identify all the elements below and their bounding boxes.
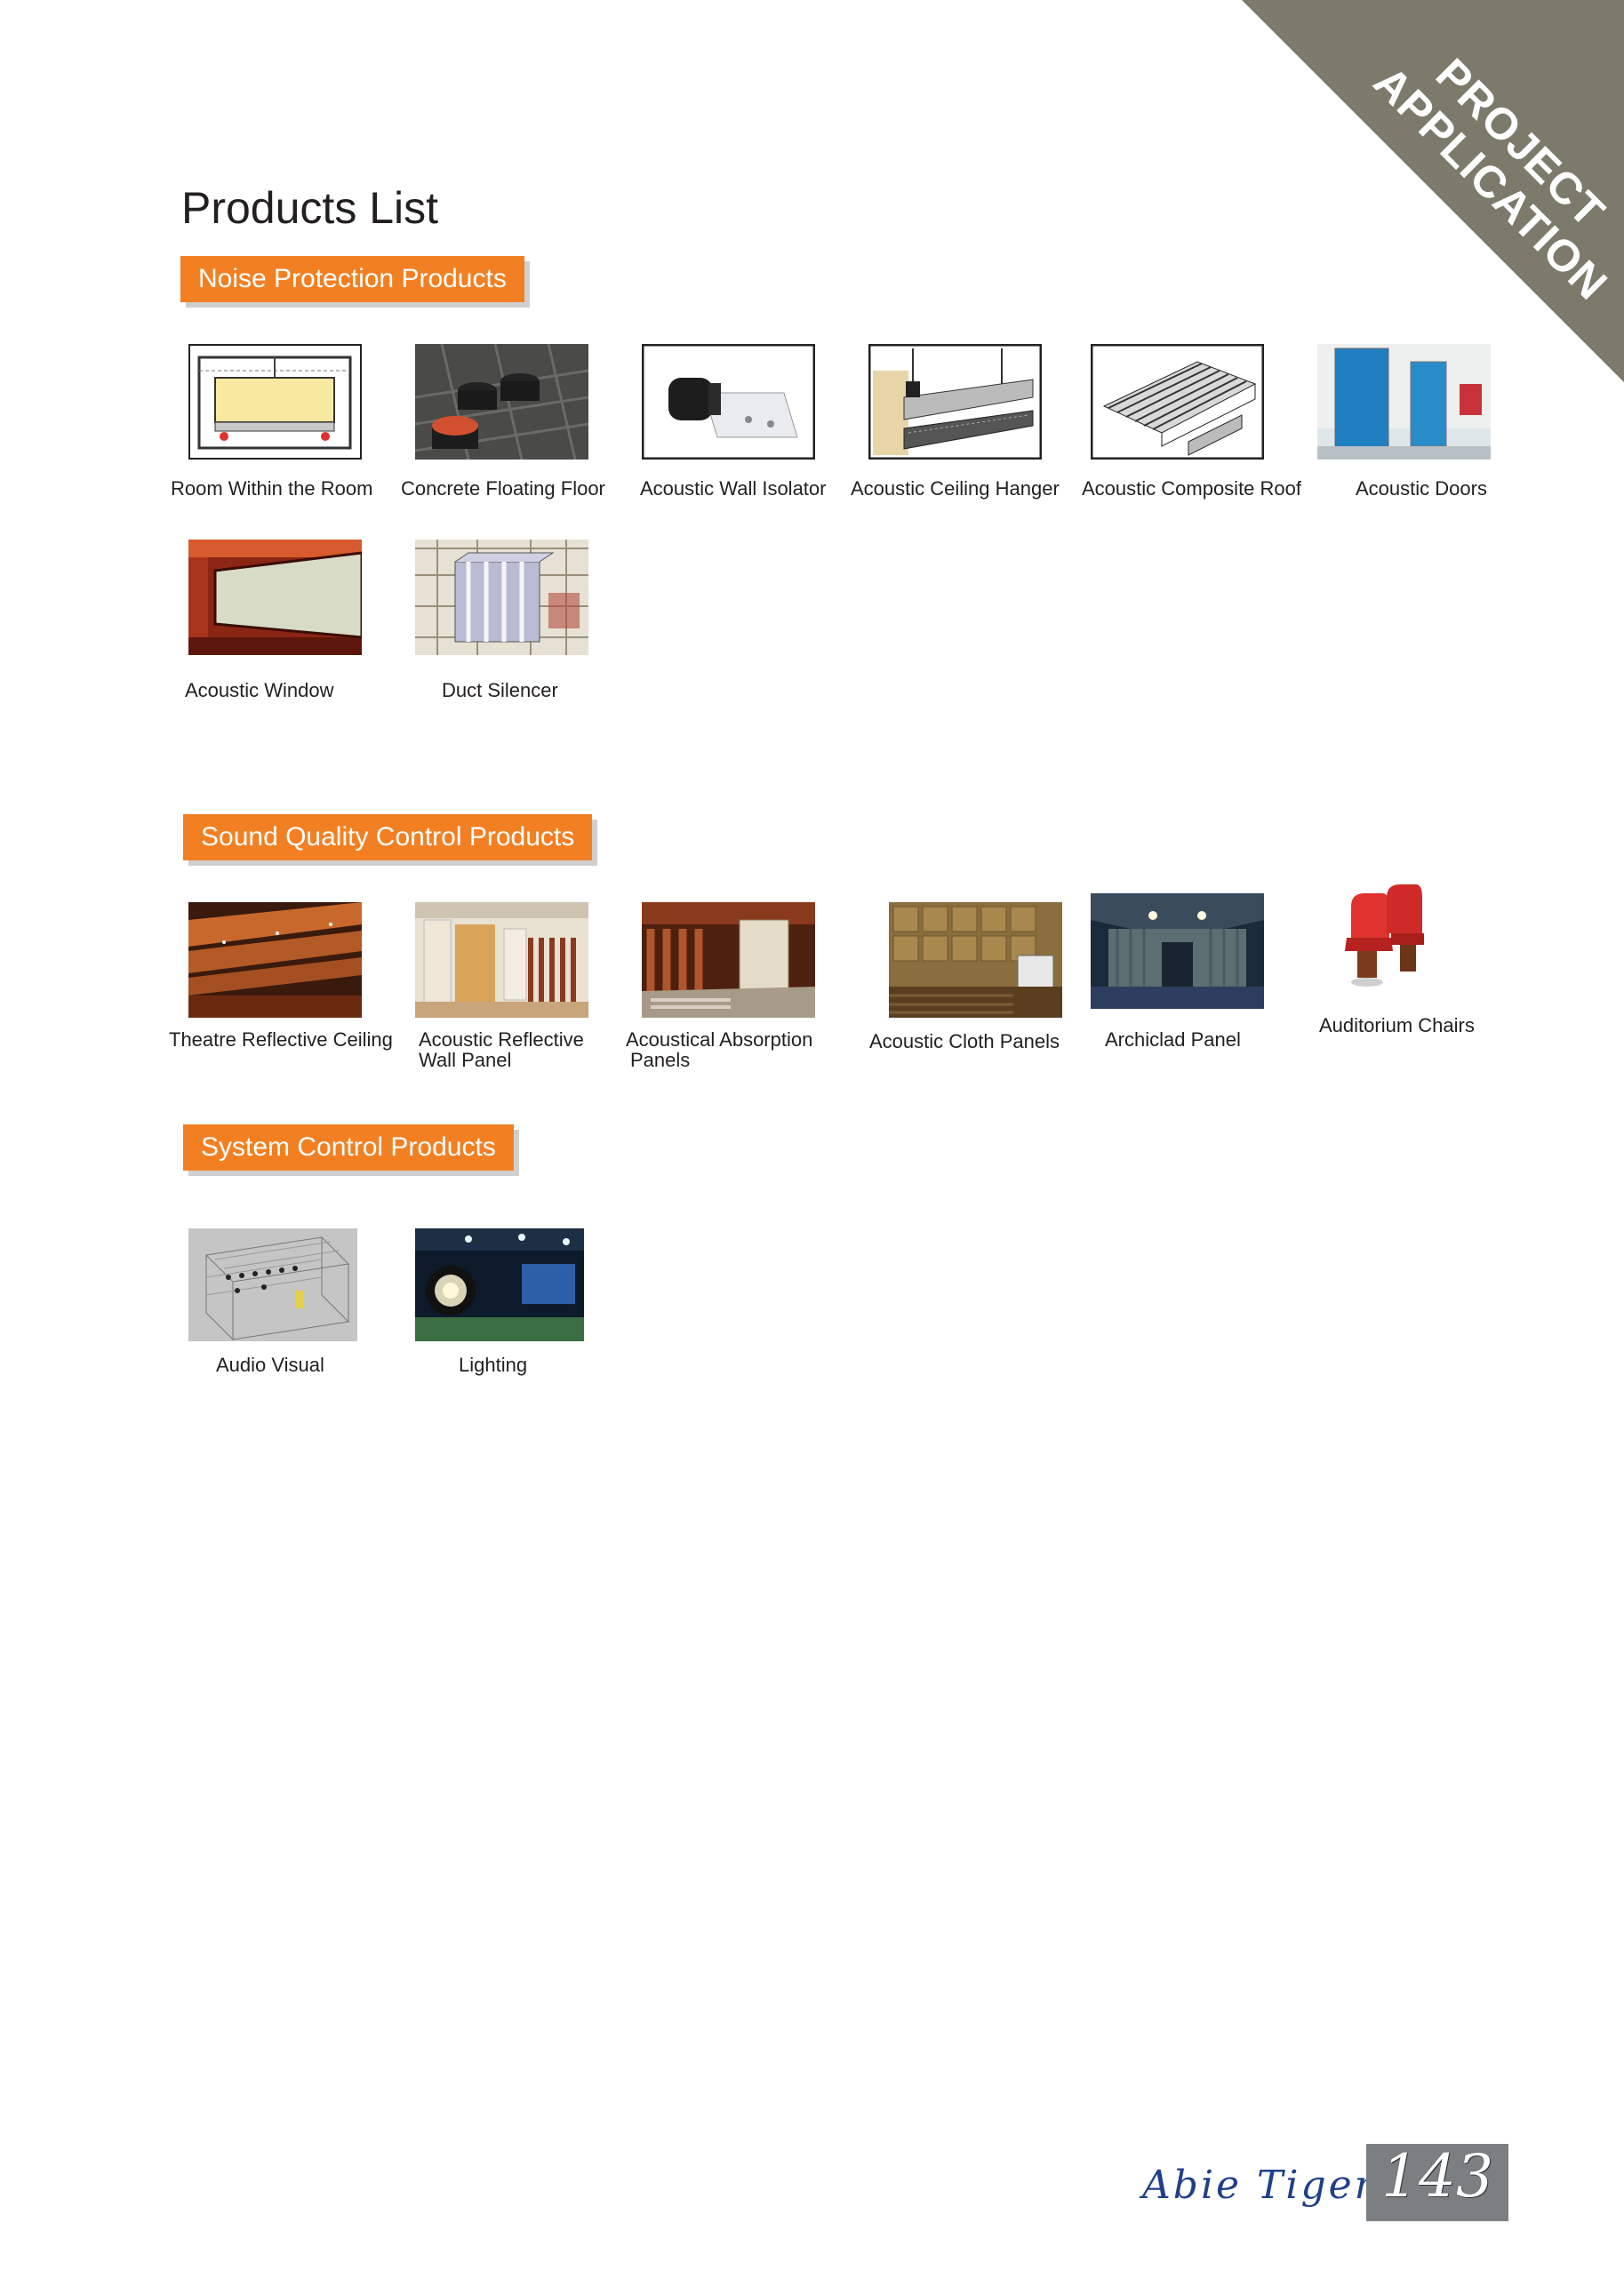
caption-audio-visual: Audio Visual — [216, 1354, 324, 1376]
caption-acoustic-composite-roof: Acoustic Composite Roof — [1082, 477, 1301, 500]
page-title: Products List — [181, 183, 439, 233]
duct-silencer-photo — [415, 540, 588, 655]
caption-acoustical-absorption-2: Panels — [630, 1049, 691, 1071]
caption-lighting: Lighting — [459, 1354, 528, 1376]
audio-visual-diagram — [188, 1228, 357, 1341]
reflective-ceiling-photo — [188, 902, 362, 1018]
caption-acoustic-cloth-panels: Acoustic Cloth Panels — [869, 1030, 1060, 1052]
caption-duct-silencer: Duct Silencer — [442, 679, 558, 701]
section-title-system-control: System Control Products — [183, 1124, 514, 1171]
room-within-room-diagram — [188, 344, 362, 460]
section-title-sound-quality: Sound Quality Control Products — [183, 814, 593, 860]
section-title-noise: Noise Protection Products — [180, 256, 524, 302]
caption-acoustic-wall-isolator: Acoustic Wall Isolator — [640, 477, 827, 500]
caption-acoustic-window: Acoustic Window — [185, 679, 334, 701]
caption-acoustical-absorption-1: Acoustical Absorption — [626, 1028, 813, 1051]
caption-concrete-floating-floor: Concrete Floating Floor — [401, 477, 605, 500]
doors-photo — [1317, 344, 1491, 460]
caption-acoustic-reflective-1: Acoustic Reflective — [419, 1028, 584, 1051]
lighting-photo — [415, 1228, 584, 1341]
caption-archiclad-panel: Archiclad Panel — [1105, 1028, 1241, 1051]
auditorium-chairs-photo — [1338, 884, 1427, 996]
caption-auditorium-chairs: Auditorium Chairs — [1319, 1014, 1475, 1036]
reflective-wall-photo — [415, 902, 588, 1018]
brand-signature: Abie Tiger — [1142, 2163, 1376, 2208]
absorption-panels-photo — [642, 902, 815, 1018]
ceiling-hanger-diagram — [868, 344, 1042, 460]
caption-acoustic-reflective-2: Wall Panel — [419, 1049, 512, 1071]
window-photo — [188, 540, 362, 655]
caption-acoustic-ceiling-hanger: Acoustic Ceiling Hanger — [851, 477, 1060, 500]
composite-roof-diagram — [1091, 344, 1264, 460]
corner-banner — [1242, 0, 1624, 382]
wall-isolator-photo — [642, 344, 815, 460]
cloth-panels-photo — [889, 902, 1062, 1018]
floating-floor-photo — [415, 344, 588, 460]
page-number: 143 — [1381, 2142, 1493, 2211]
caption-room-within-room: Room Within the Room — [171, 477, 373, 500]
caption-theatre-reflective-ceiling: Theatre Reflective Ceiling — [169, 1028, 393, 1051]
archiclad-photo — [1091, 893, 1264, 1009]
caption-acoustic-doors: Acoustic Doors — [1356, 477, 1487, 500]
